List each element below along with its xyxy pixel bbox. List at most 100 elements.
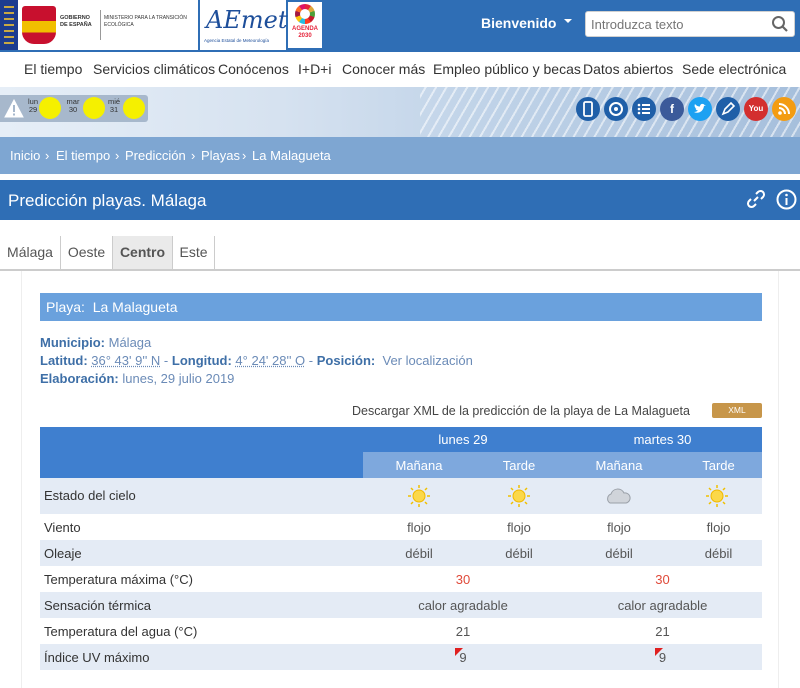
gobierno-logo[interactable]: GOBIERNO DE ESPAÑA MINISTERIO PARA LA TR… [0,0,198,50]
warning-level-icon [83,97,105,119]
period-tarde: Tarde [502,458,536,473]
wind-value: flojo [507,520,531,535]
table-row: Temperatura máxima (°C) 30 30 [40,566,762,592]
ministerio-text: MINISTERIO PARA LA TRANSICIÓN ECOLÓGICA [104,15,187,28]
breadcrumb-separator: › [45,148,50,163]
breadcrumb-playas[interactable]: Playas [201,148,240,163]
nav-item-empleo[interactable]: Empleo público y becas [433,61,581,77]
breadcrumb-separator: › [115,148,120,163]
xml-download-text[interactable]: Descargar XML de la predicción de la pla… [352,404,690,418]
warning-day-lun: lun 29 [27,97,38,114]
mobile-icon[interactable] [576,97,600,121]
breadcrumb-prediccion[interactable]: Predicción [125,148,186,163]
zone-tabs: Málaga Oeste Centro Este [0,236,800,271]
breadcrumb-separator: › [191,148,196,163]
breadcrumb-inicio[interactable]: Inicio [10,148,40,163]
day-header-lunes: lunes 29 [438,432,488,447]
aemet-logo[interactable]: AEmet Agencia Estatal de Meteorología [200,0,287,50]
search-icon[interactable] [771,15,789,33]
sun-icon [508,485,530,507]
aemet-subtitle: Agencia Estatal de Meteorología [204,38,270,43]
eu-flag-strip [0,0,18,50]
warning-icon [4,99,24,118]
table-row: Estado del cielo [40,478,762,514]
table-row: Oleaje débil débil débil débil [40,540,762,566]
breadcrumb-separator: › [242,148,247,163]
elaboracion-value: lunes, 29 julio 2019 [122,371,235,386]
uv-index-value: 9 [658,650,667,665]
main-nav: El tiempo Servicios climáticos Conócenos… [0,52,800,87]
thermal-sensation-value: calor agradable [617,598,708,613]
breadcrumb-el-tiempo[interactable]: El tiempo [56,148,110,163]
youtube-icon[interactable]: You [744,97,768,121]
period-manana: Mañana [595,458,643,473]
info-icon[interactable] [776,189,797,210]
latitud-label: Latitud: [40,353,88,368]
table-row: Índice UV máximo 9 9 [40,644,762,670]
longitud-value: 4° 24' 28'' O [235,353,306,368]
warning-day-mar: mar 30 [66,97,80,114]
sdg-wheel-icon [295,4,315,24]
link-icon[interactable] [745,188,767,210]
uv-index-value: 9 [459,650,467,665]
waves-value: débil [505,546,533,561]
table-row: Viento flojo flojo flojo flojo [40,514,762,540]
beach-header: Playa: La Malagueta [40,293,762,321]
cloud-icon [607,488,631,504]
table-row: Sensación térmica calor agradable calor … [40,592,762,618]
warning-day-mie: mié 31 [107,97,121,114]
elaboracion-line: Elaboración: lunes, 29 julio 2019 [40,371,234,386]
tab-centro[interactable]: Centro [113,236,173,269]
welcome-menu[interactable]: Bienvenido [481,15,556,31]
row-label: Temperatura máxima (°C) [44,572,193,587]
rss-icon[interactable] [772,97,796,121]
page-title-bar: Predicción playas. Málaga [0,180,800,220]
agenda-2030-logo[interactable]: AGENDA 2030 [288,2,322,48]
elaboracion-label: Elaboración: [40,371,119,386]
breadcrumb-current: La Malagueta [252,148,331,163]
nav-item-conocer-mas[interactable]: Conocer más [342,61,425,77]
warnings-widget[interactable]: lun 29 mar 30 mié 31 [0,95,148,122]
agenda-text: AGENDA 2030 [291,26,318,39]
ver-localizacion-link[interactable]: Ver localización [382,353,472,368]
search-input[interactable] [586,12,766,36]
waves-value: débil [405,546,433,561]
chevron-down-icon[interactable] [563,15,573,27]
max-temp-value: 30 [455,572,471,587]
waves-value: débil [605,546,633,561]
waves-value: débil [704,546,733,561]
municipio-line: Municipio: Málaga [40,335,151,350]
app-icon[interactable] [604,97,628,121]
tab-malaga[interactable]: Málaga [0,236,61,269]
posicion-label: Posición: [316,353,376,368]
table-day-header: lunes 29 martes 30 [40,427,762,452]
row-label: Estado del cielo [44,488,136,503]
xml-download-button[interactable]: XML [712,403,762,418]
day-header-martes: martes 30 [633,432,692,447]
blog-icon[interactable] [716,97,740,121]
nav-item-servicios-climaticos[interactable]: Servicios climáticos [93,61,215,77]
max-temp-value: 30 [655,572,670,587]
nav-item-datos-abiertos[interactable]: Datos abiertos [583,61,673,77]
water-temp-value: 21 [455,624,471,639]
nav-item-sede-electronica[interactable]: Sede electrónica [682,61,786,77]
coordinates-line: Latitud: 36° 43' 9'' N - Longitud: 4° 24… [40,353,473,368]
municipio-value: Málaga [108,335,152,350]
row-label: Temperatura del agua (°C) [44,624,198,639]
row-label: Sensación térmica [44,598,151,613]
latitud-value: 36° 43' 9'' N [91,353,161,368]
coat-of-arms-icon [22,6,56,44]
top-header: GOBIERNO DE ESPAÑA MINISTERIO PARA LA TR… [0,0,800,52]
table-row: Temperatura del agua (°C) 21 21 [40,618,762,644]
list-icon[interactable] [632,97,656,121]
nav-item-idi[interactable]: I+D+i [298,61,331,77]
nav-item-conocenos[interactable]: Conócenos [218,61,289,77]
nav-item-el-tiempo[interactable]: El tiempo [24,61,82,77]
wind-value: flojo [407,520,431,535]
tab-este[interactable]: Este [173,236,215,269]
tab-oeste[interactable]: Oeste [61,236,113,269]
municipio-label: Municipio: [40,335,105,350]
row-label: Oleaje [44,546,82,561]
facebook-icon[interactable]: f [660,97,684,121]
twitter-icon[interactable] [688,97,712,121]
